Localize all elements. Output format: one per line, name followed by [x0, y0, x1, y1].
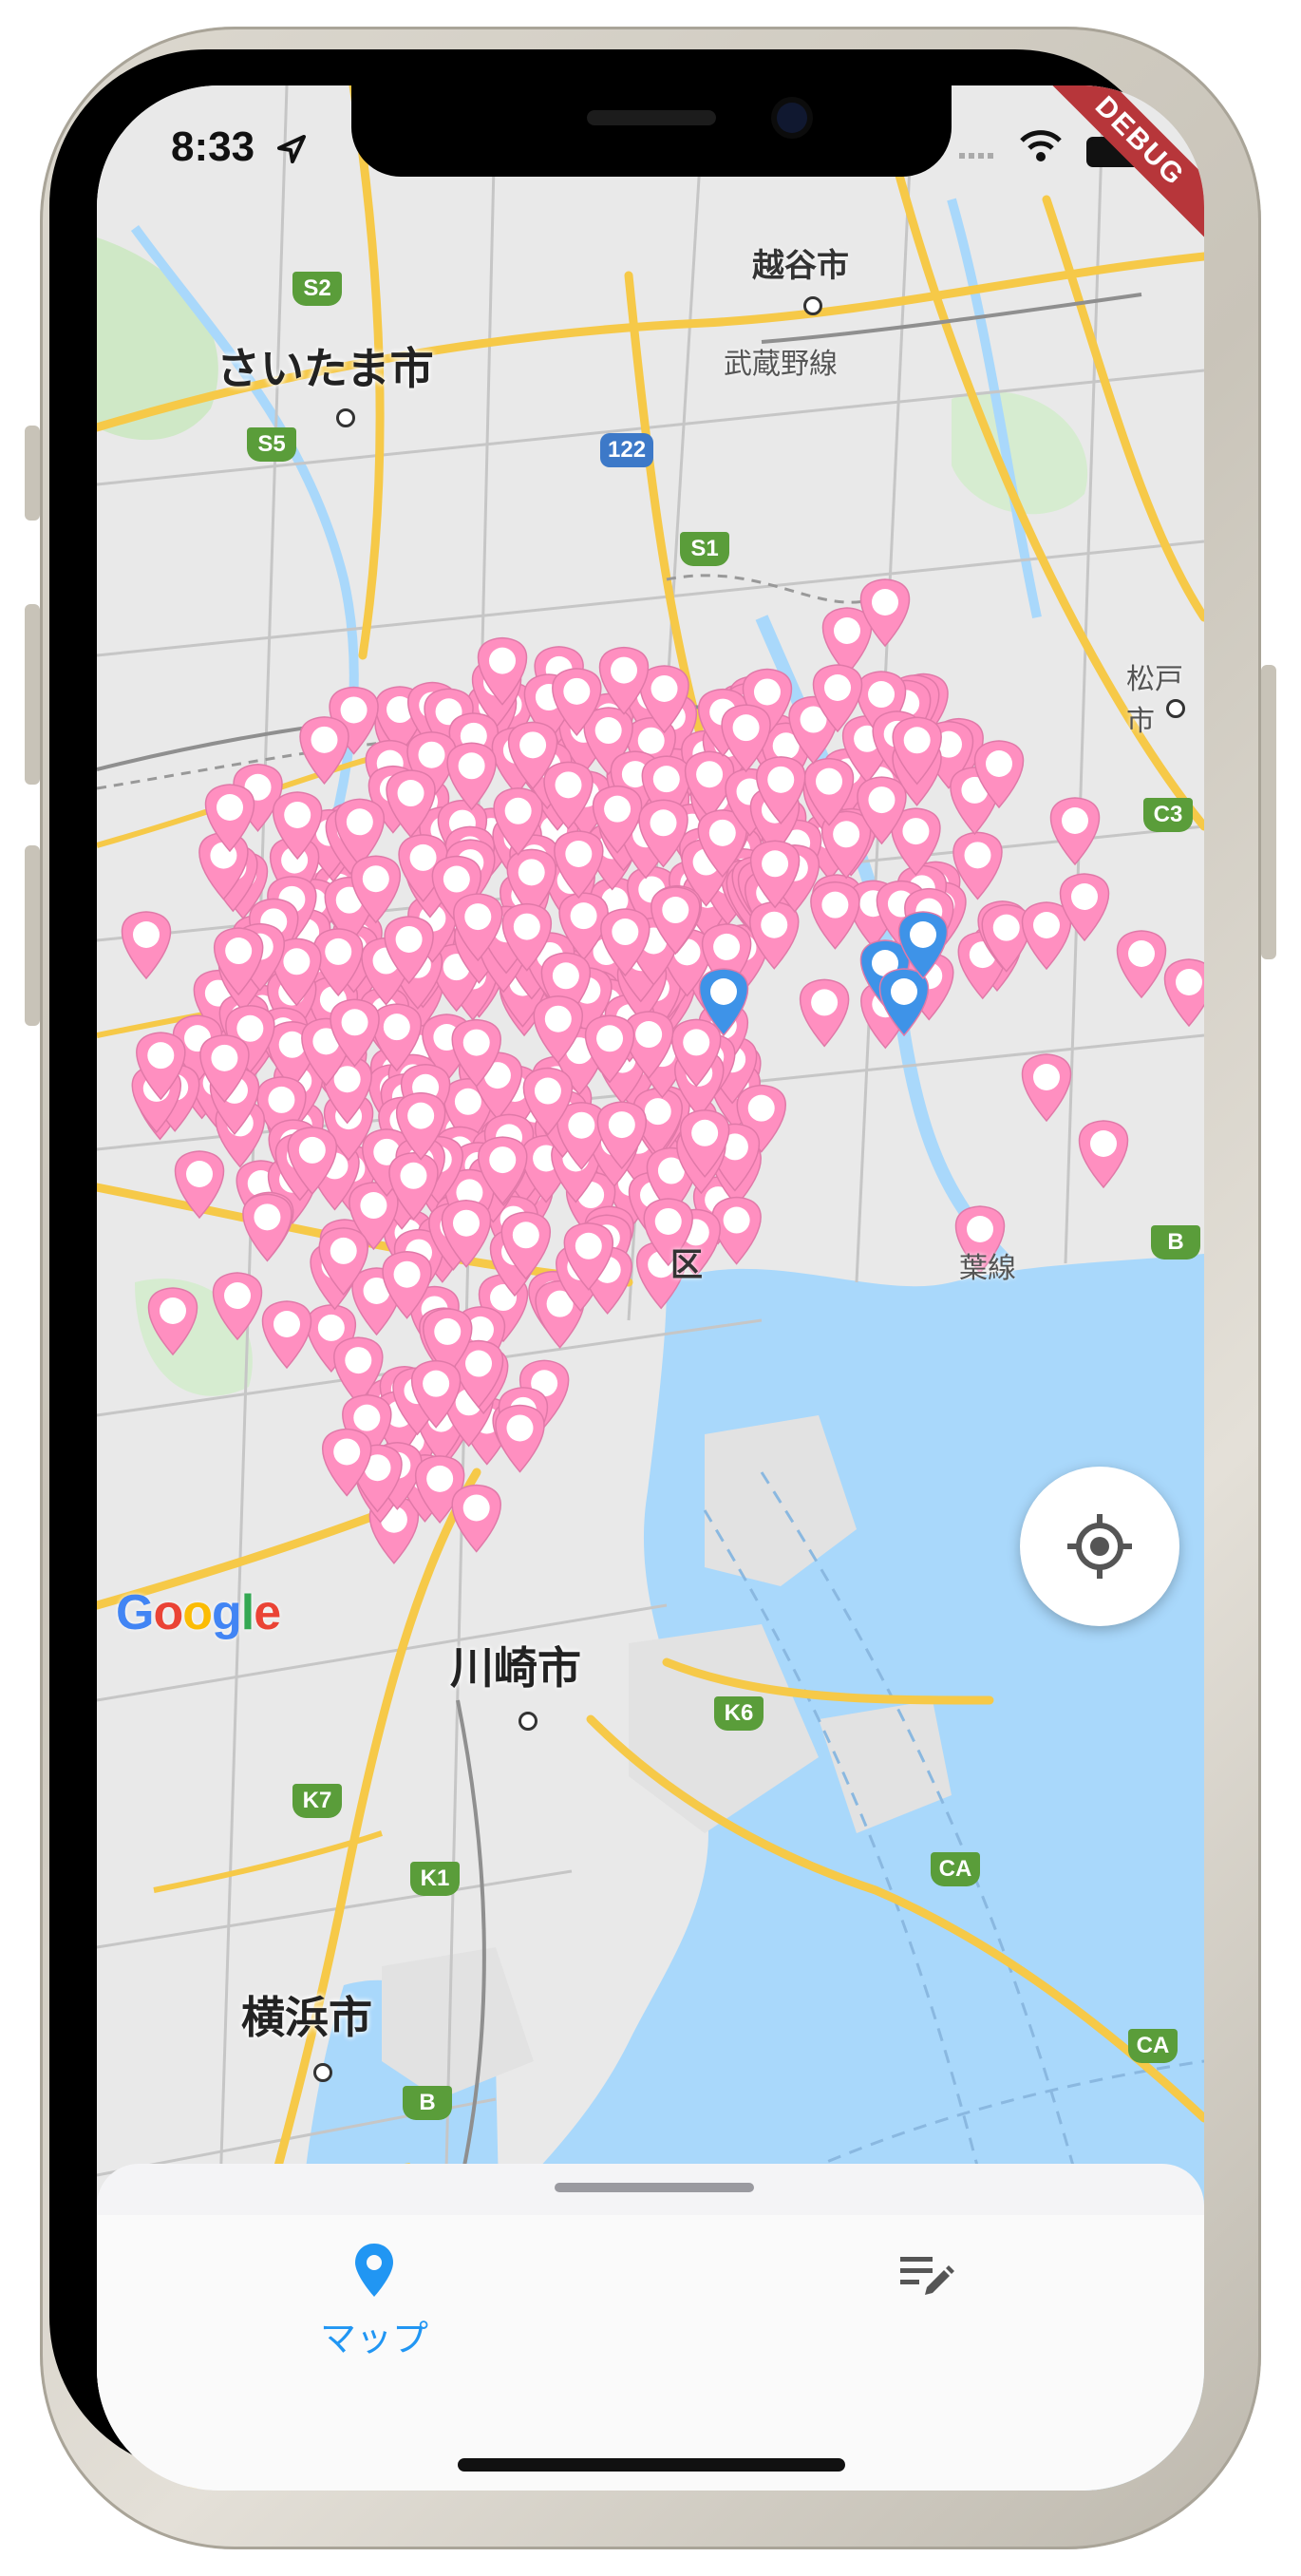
- route-shield: B: [403, 2086, 452, 2120]
- map-label-city: 越谷市: [752, 247, 849, 285]
- tab-map-label: マップ: [319, 2320, 428, 2359]
- home-indicator[interactable]: [458, 2458, 845, 2472]
- bottom-navigation: マップ: [97, 2215, 1204, 2491]
- status-time: 8:33: [171, 123, 255, 170]
- map-label-ward: 区: [670, 1246, 703, 1284]
- city-dot: [519, 1712, 537, 1731]
- cellular-signal-icon: [959, 146, 993, 163]
- volume-up-button: [25, 604, 40, 785]
- my-location-button[interactable]: [1020, 1467, 1179, 1626]
- map-label-rail: 武蔵野線: [724, 348, 838, 381]
- edit-list-icon: [900, 2257, 954, 2295]
- route-shield: K1: [410, 1862, 460, 1896]
- route-shield: K7: [292, 1784, 342, 1818]
- notch: [351, 85, 952, 177]
- map-label-city: さいたま市: [217, 343, 434, 394]
- city-dot: [336, 408, 355, 427]
- wifi-icon: [1020, 130, 1062, 161]
- tab-map[interactable]: マップ: [279, 2242, 469, 2361]
- map-label-city: 松戸市: [1126, 663, 1183, 738]
- route-shield: 122: [600, 433, 654, 467]
- google-attribution: Google: [116, 1584, 281, 1641]
- route-shield: S5: [247, 427, 296, 462]
- tab-edit-list[interactable]: [832, 2249, 1022, 2307]
- route-shield: S1: [680, 532, 729, 566]
- route-shield: B: [1151, 1225, 1200, 1260]
- map-label-city: 川崎市: [450, 1642, 581, 1694]
- route-shield: CA: [931, 1852, 980, 1886]
- map-label-city: 横浜市: [241, 1992, 372, 2043]
- speaker: [587, 110, 716, 125]
- screen: さいたま市 越谷市 川崎市 横浜市 松戸市 武蔵野線 区 葉線 S2 S5 12…: [97, 85, 1204, 2491]
- sheet-drag-handle[interactable]: [555, 2183, 754, 2192]
- volume-down-button: [25, 845, 40, 1026]
- route-shield: C3: [1143, 798, 1193, 832]
- power-button: [1261, 665, 1276, 959]
- route-shield: CA: [1128, 2029, 1178, 2063]
- google-logo-letters: Google: [116, 1585, 281, 1640]
- location-arrow-icon: [277, 135, 306, 163]
- bottom-sheet[interactable]: [97, 2164, 1204, 2221]
- route-shield: S2: [292, 272, 342, 306]
- city-dot: [313, 2063, 332, 2082]
- city-dot: [1166, 699, 1185, 718]
- my-location-icon: [1067, 1514, 1132, 1579]
- route-shield: K6: [714, 1696, 764, 1731]
- front-camera: [777, 103, 807, 133]
- city-dot: [803, 296, 822, 315]
- map-label-rail: 葉線: [959, 1252, 1016, 1285]
- silent-switch: [25, 426, 40, 521]
- map-pin-icon: [355, 2244, 393, 2297]
